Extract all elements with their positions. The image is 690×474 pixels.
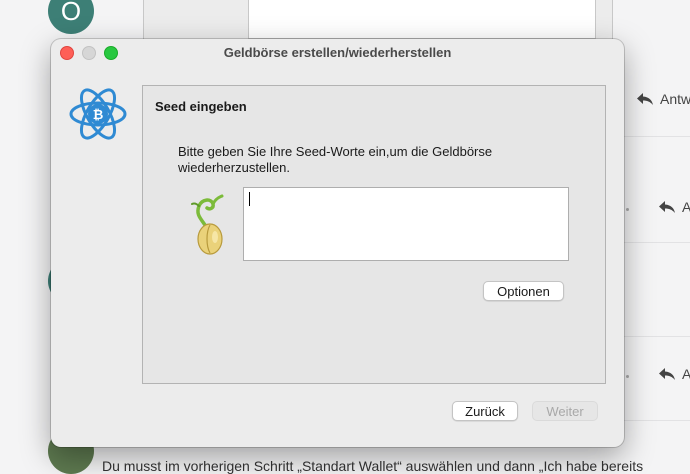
- window-controls: [60, 46, 118, 60]
- close-window-button[interactable]: [60, 46, 74, 60]
- next-button[interactable]: Weiter: [532, 401, 598, 421]
- options-button[interactable]: Optionen: [483, 281, 564, 301]
- titlebar: Geldbörse erstellen/wiederherstellen: [51, 39, 624, 65]
- background-reply-button[interactable]: A: [658, 366, 690, 382]
- text-caret: [249, 192, 250, 206]
- reply-icon: [659, 368, 675, 380]
- wallet-dialog: Geldbörse erstellen/wiederherstellen ₿ S…: [51, 39, 624, 447]
- window-title: Geldbörse erstellen/wiederherstellen: [223, 44, 452, 60]
- background-more-dots: [626, 208, 629, 211]
- background-reply-button[interactable]: A: [658, 199, 690, 215]
- back-button[interactable]: Zurück: [452, 401, 518, 421]
- background-window: [143, 0, 613, 40]
- electrum-bitcoin-logo-icon: ₿: [69, 88, 127, 140]
- reply-icon: [659, 201, 675, 213]
- panel-title: Seed eingeben: [155, 99, 247, 114]
- minimize-window-button[interactable]: [82, 46, 96, 60]
- instruction-text: Bitte geben Sie Ihre Seed-Worte ein,um d…: [178, 144, 493, 175]
- reply-icon: [637, 93, 653, 105]
- background-reply-button[interactable]: Antwo: [636, 91, 690, 107]
- svg-text:₿: ₿: [93, 108, 104, 123]
- seedling-icon: [191, 194, 224, 255]
- zoom-window-button[interactable]: [104, 46, 118, 60]
- seed-words-input[interactable]: [243, 187, 569, 261]
- seed-panel: Seed eingeben Bitte geben Sie Ihre Seed-…: [142, 85, 606, 384]
- background-avatar: O: [48, 0, 94, 34]
- background-more-dots: [626, 375, 629, 378]
- background-post-text: Du musst im vorherigen Schritt „Standart…: [102, 458, 644, 474]
